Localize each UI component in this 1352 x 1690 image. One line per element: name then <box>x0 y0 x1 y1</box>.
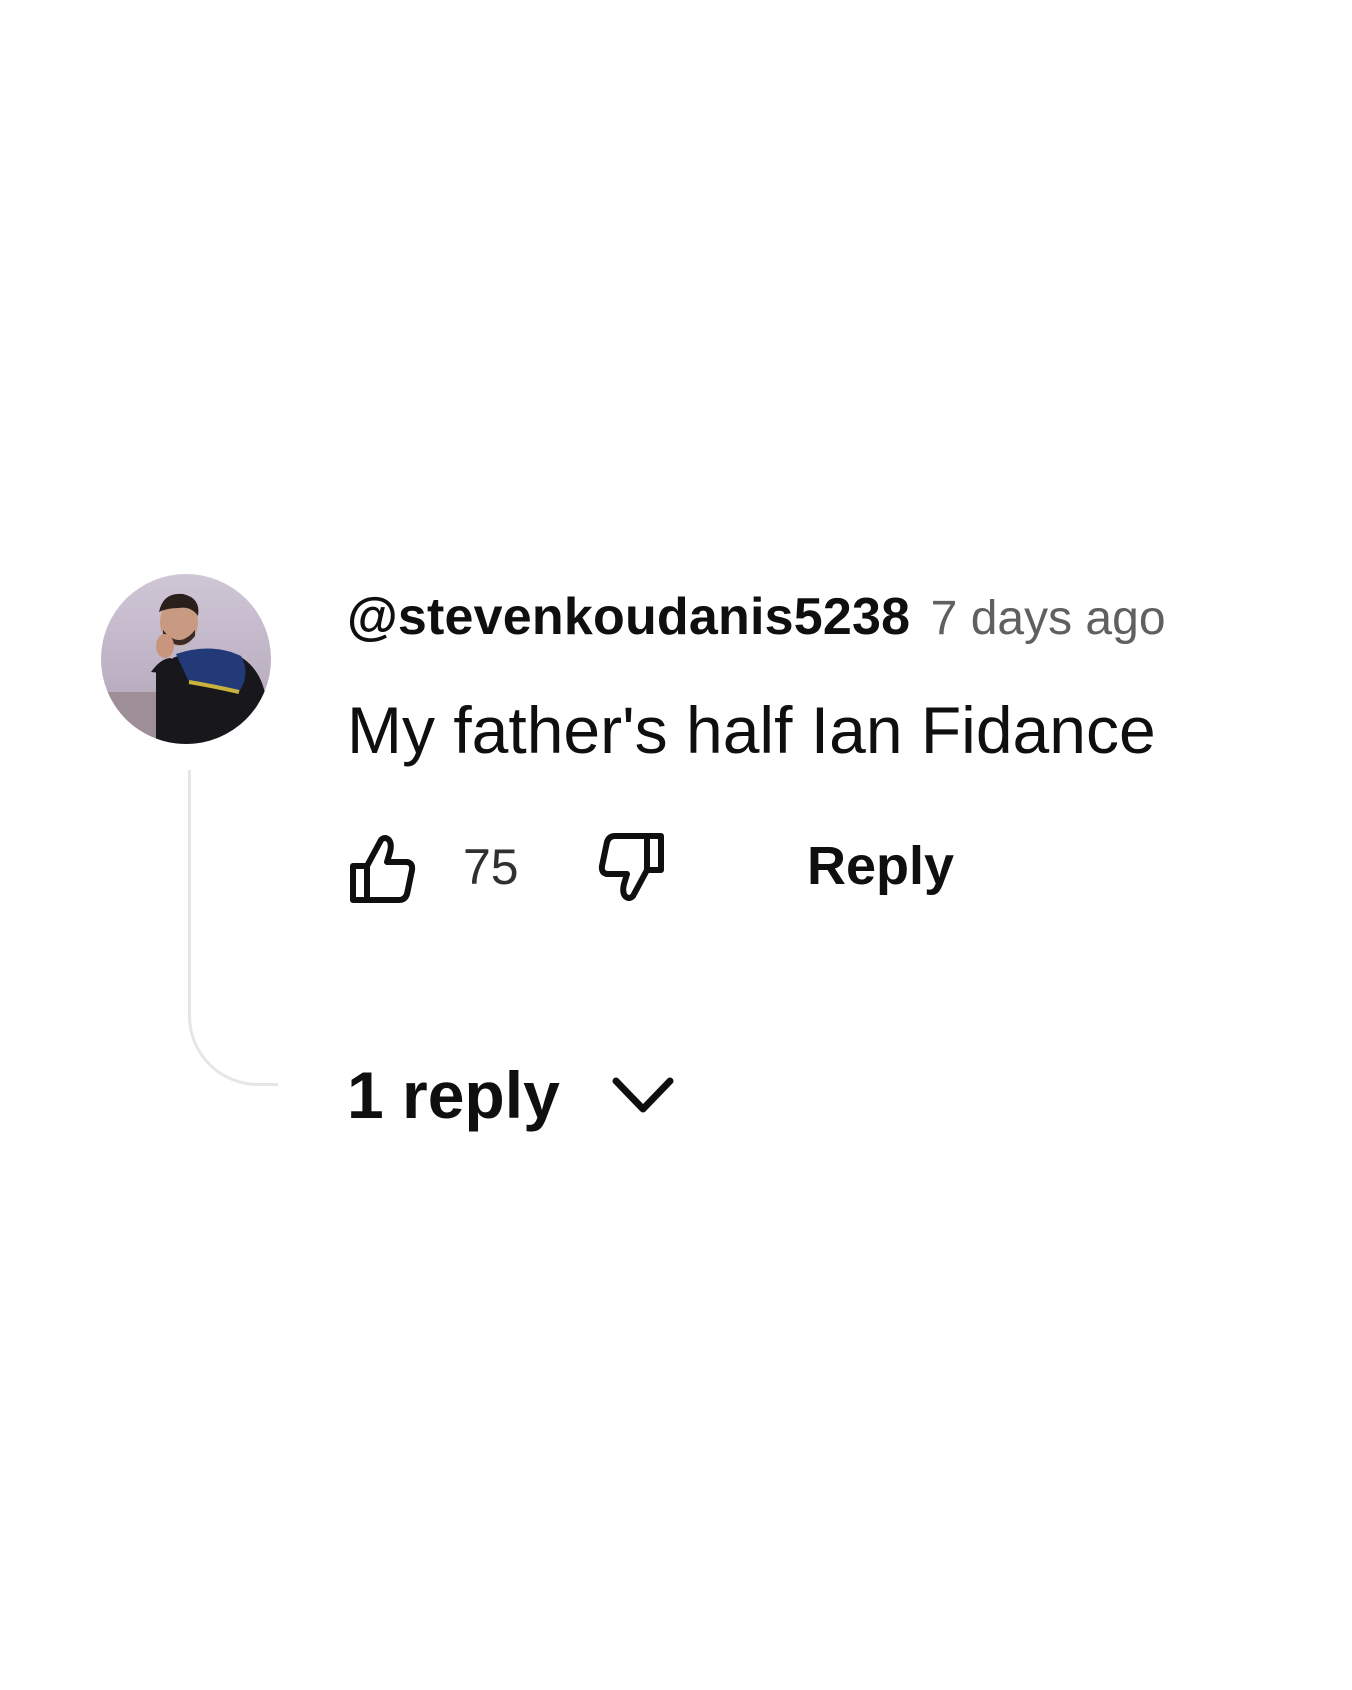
replies-count-label: 1 reply <box>347 1058 560 1132</box>
comment-actions: 75 Reply <box>347 828 1247 908</box>
chevron-down-icon <box>612 1077 674 1113</box>
dislike-button[interactable] <box>597 828 667 908</box>
comment-text: My father's half Ian Fidance <box>347 693 1156 767</box>
comment-timestamp[interactable]: 7 days ago <box>931 592 1166 645</box>
author-name[interactable]: @stevenkoudanis5238 <box>347 588 910 646</box>
reply-button[interactable]: Reply <box>807 828 954 904</box>
comment-thread: @stevenkoudanis5238 7 days ago My father… <box>0 0 1352 1690</box>
avatar[interactable] <box>101 574 271 744</box>
view-replies-button[interactable]: 1 reply <box>347 1055 678 1135</box>
thread-connector-line <box>188 770 278 1086</box>
comment-header: @stevenkoudanis5238 7 days ago <box>347 588 1166 659</box>
like-count: 75 <box>463 839 519 895</box>
like-button[interactable] <box>347 828 417 908</box>
thumbs-down-icon <box>598 833 664 901</box>
thumbs-up-icon <box>350 835 416 903</box>
avatar-image <box>101 574 271 744</box>
